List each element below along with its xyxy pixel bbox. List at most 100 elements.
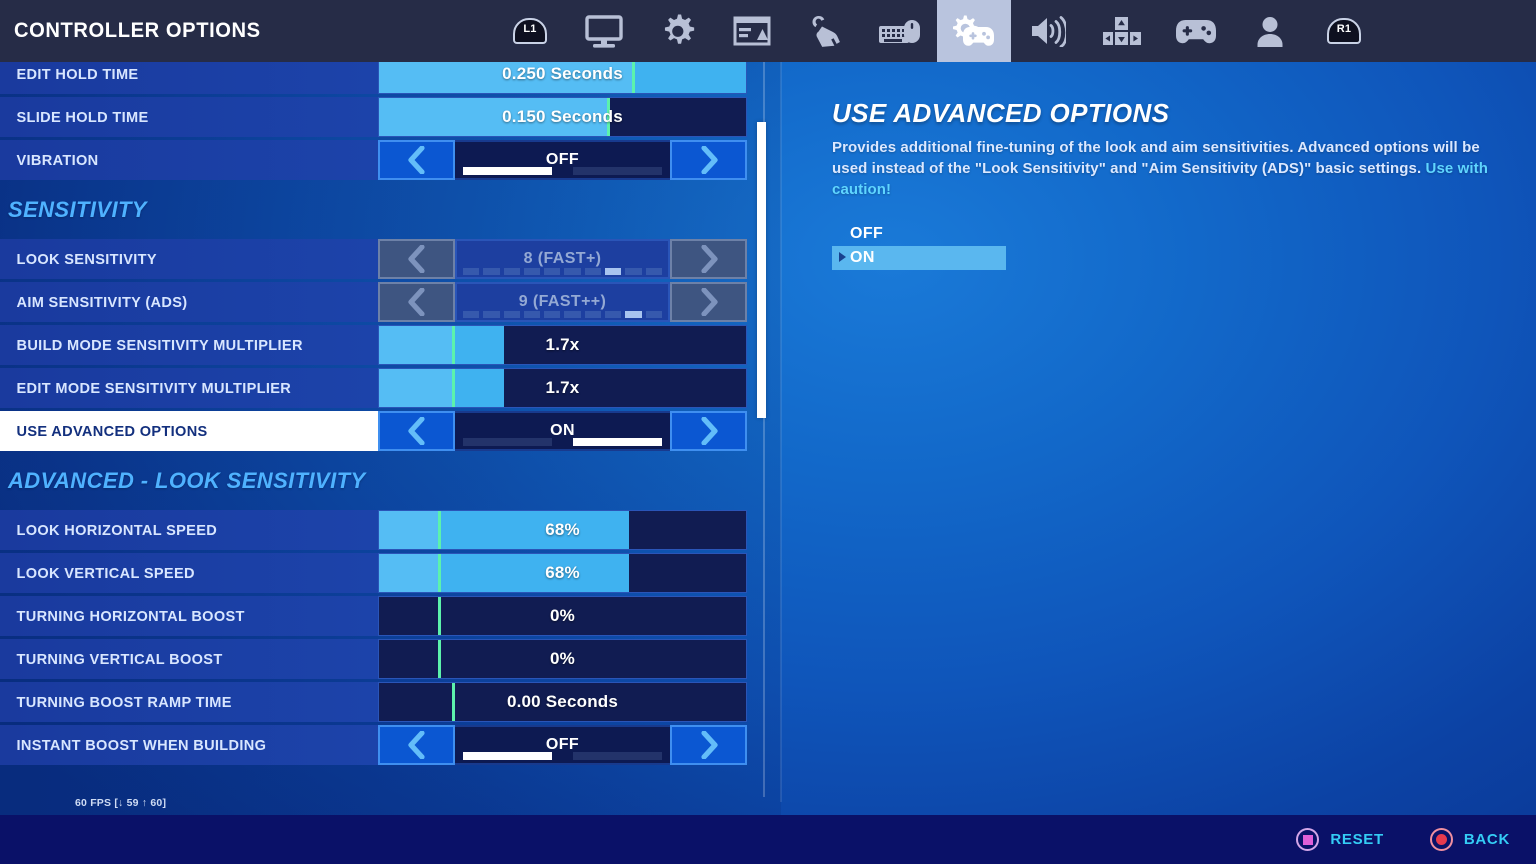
- slider-look-horizontal-speed[interactable]: 68%: [378, 510, 747, 550]
- setting-control-look-sensitivity[interactable]: 8 (FAST+): [378, 239, 747, 279]
- setting-control-turning-boost-ramp-time[interactable]: 0.00 Seconds: [378, 682, 747, 722]
- stepper-aim-sensitivity-ads: 9 (FAST++): [378, 282, 747, 322]
- next-value-button-look-sensitivity[interactable]: [670, 239, 747, 279]
- tab-brightness-touch-icon[interactable]: [789, 0, 863, 62]
- fps-counter: 60 FPS [↓ 59 ↑ 60]: [75, 797, 167, 809]
- slider-slide-hold-time[interactable]: 0.150 Seconds: [378, 97, 747, 137]
- slider-build-mode-sensitivity-multiplier[interactable]: 1.7x: [378, 325, 747, 365]
- toggle-segment: [463, 752, 552, 760]
- tab-video-icon[interactable]: [567, 0, 641, 62]
- prev-value-button-use-advanced-options[interactable]: [378, 411, 455, 451]
- setting-label-instant-boost-when-building: INSTANT BOOST WHEN BUILDING: [16, 736, 267, 754]
- setting-row-use-advanced-options[interactable]: USE ADVANCED OPTIONS ON: [0, 411, 747, 451]
- setting-row-aim-sensitivity-ads[interactable]: AIM SENSITIVITY (ADS) 9 (FAST++): [0, 282, 747, 322]
- setting-row-edit-mode-sensitivity-multiplier[interactable]: EDIT MODE SENSITIVITY MULTIPLIER 1.7x: [0, 368, 747, 408]
- stepper-look-sensitivity: 8 (FAST+): [378, 239, 747, 279]
- setting-control-turning-vertical-boost[interactable]: 0%: [378, 639, 747, 679]
- setting-label-vibration: VIBRATION: [16, 151, 99, 169]
- step-notch: [625, 311, 642, 318]
- slider-look-vertical-speed[interactable]: 68%: [378, 553, 747, 593]
- setting-control-look-vertical-speed[interactable]: 68%: [378, 553, 747, 593]
- next-value-button-aim-sensitivity-ads[interactable]: [670, 282, 747, 322]
- prev-value-button-aim-sensitivity-ads[interactable]: [378, 282, 455, 322]
- prev-value-button-vibration[interactable]: [378, 140, 455, 180]
- step-notch: [483, 311, 500, 318]
- setting-row-instant-boost-when-building[interactable]: INSTANT BOOST WHEN BUILDING OFF: [0, 725, 747, 765]
- hint-reset[interactable]: RESET: [1296, 828, 1384, 851]
- tab-hud-layout-icon[interactable]: [715, 0, 789, 62]
- prev-value-button-look-sensitivity[interactable]: [378, 239, 455, 279]
- slider-value-turning-horizontal-boost: 0%: [550, 606, 575, 625]
- setting-row-turning-vertical-boost[interactable]: TURNING VERTICAL BOOST 0%: [0, 639, 747, 679]
- setting-row-edit-hold-time[interactable]: EDIT HOLD TIME 0.250 Seconds: [0, 62, 747, 94]
- tab-controller-config-icon[interactable]: [1159, 0, 1233, 62]
- step-notch: [584, 268, 602, 275]
- setting-row-look-vertical-speed[interactable]: LOOK VERTICAL SPEED 68%: [0, 553, 747, 593]
- setting-label-use-advanced-options: USE ADVANCED OPTIONS: [16, 422, 208, 440]
- tab-audio-icon[interactable]: [1011, 0, 1085, 62]
- setting-control-aim-sensitivity-ads[interactable]: 9 (FAST++): [378, 282, 747, 322]
- arrow-selector-vibration: OFF: [378, 140, 747, 180]
- hint-label-reset: RESET: [1330, 831, 1384, 848]
- value-segments: [463, 438, 662, 446]
- setting-row-turning-boost-ramp-time[interactable]: TURNING BOOST RAMP TIME 0.00 Seconds: [0, 682, 747, 722]
- setting-control-instant-boost-when-building[interactable]: OFF: [378, 725, 747, 765]
- step-notch: [645, 268, 662, 275]
- slider-turning-vertical-boost[interactable]: 0%: [378, 639, 747, 679]
- next-value-button-vibration[interactable]: [670, 140, 747, 180]
- toggle-segment: [573, 167, 662, 175]
- setting-row-slide-hold-time[interactable]: SLIDE HOLD TIME 0.150 Seconds: [0, 97, 747, 137]
- slider-value-edit-mode-sensitivity-multiplier: 1.7x: [545, 378, 580, 397]
- step-notch: [605, 268, 622, 275]
- toggle-segment: [573, 752, 662, 760]
- bumper-l1-badge[interactable]: L1: [493, 0, 567, 62]
- slider-edit-mode-sensitivity-multiplier[interactable]: 1.7x: [378, 368, 747, 408]
- slider-value-look-horizontal-speed: 68%: [545, 520, 580, 539]
- detail-option-on[interactable]: ON: [832, 246, 1006, 270]
- arrow-selector-instant-boost-when-building: OFF: [378, 725, 747, 765]
- hint-back[interactable]: BACK: [1429, 828, 1510, 851]
- setting-control-vibration[interactable]: OFF: [378, 140, 747, 180]
- setting-row-turning-horizontal-boost[interactable]: TURNING HORIZONTAL BOOST 0%: [0, 596, 747, 636]
- tab-controller-options-icon[interactable]: [937, 0, 1011, 62]
- setting-row-look-sensitivity[interactable]: LOOK SENSITIVITY 8 (FAST+): [0, 239, 747, 279]
- next-value-button-use-advanced-options[interactable]: [670, 411, 747, 451]
- detail-option-off[interactable]: OFF: [832, 222, 1006, 246]
- slider-value-build-mode-sensitivity-multiplier: 1.7x: [545, 335, 580, 354]
- section-advanced-look-sensitivity: ADVANCED - LOOK SENSITIVITY: [8, 467, 366, 493]
- tab-account-icon[interactable]: [1233, 0, 1307, 62]
- next-value-button-instant-boost-when-building[interactable]: [670, 725, 747, 765]
- prev-value-button-instant-boost-when-building[interactable]: [378, 725, 455, 765]
- step-notch: [463, 268, 480, 275]
- slider-value-turning-boost-ramp-time: 0.00 Seconds: [506, 692, 619, 711]
- bumper-r1-badge[interactable]: R1: [1307, 0, 1381, 62]
- value-segments: [463, 167, 662, 175]
- arrow-selector-use-advanced-options: ON: [378, 411, 747, 451]
- slider-turning-boost-ramp-time[interactable]: 0.00 Seconds: [378, 682, 747, 722]
- setting-row-build-mode-sensitivity-multiplier[interactable]: BUILD MODE SENSITIVITY MULTIPLIER 1.7x: [0, 325, 747, 365]
- tab-input-keybinds-icon[interactable]: [1085, 0, 1159, 62]
- scrollbar-thumb[interactable]: [757, 122, 766, 418]
- setting-control-build-mode-sensitivity-multiplier[interactable]: 1.7x: [378, 325, 747, 365]
- setting-label-edit-hold-time: EDIT HOLD TIME: [16, 65, 139, 83]
- tab-keyboard-mouse-icon[interactable]: [863, 0, 937, 62]
- value-notches: [463, 268, 662, 275]
- hint-label-back: BACK: [1463, 831, 1510, 848]
- setting-label-look-horizontal-speed: LOOK HORIZONTAL SPEED: [16, 521, 218, 539]
- detail-title: USE ADVANCED OPTIONS: [832, 98, 1170, 128]
- setting-control-edit-mode-sensitivity-multiplier[interactable]: 1.7x: [378, 368, 747, 408]
- setting-control-look-horizontal-speed[interactable]: 68%: [378, 510, 747, 550]
- setting-control-slide-hold-time[interactable]: 0.150 Seconds: [378, 97, 747, 137]
- setting-row-vibration[interactable]: VIBRATION OFF: [0, 140, 747, 180]
- detail-option-label: ON: [850, 249, 875, 266]
- page-title: CONTROLLER OPTIONS: [14, 19, 261, 42]
- slider-turning-horizontal-boost[interactable]: 0%: [378, 596, 747, 636]
- setting-row-look-horizontal-speed[interactable]: LOOK HORIZONTAL SPEED 68%: [0, 510, 747, 550]
- setting-control-edit-hold-time[interactable]: 0.250 Seconds: [378, 62, 747, 94]
- setting-control-use-advanced-options[interactable]: ON: [378, 411, 747, 451]
- setting-control-turning-horizontal-boost[interactable]: 0%: [378, 596, 747, 636]
- slider-edit-hold-time[interactable]: 0.250 Seconds: [378, 62, 747, 94]
- tab-game-settings-icon[interactable]: [641, 0, 715, 62]
- selection-caret-icon: [839, 252, 846, 262]
- setting-label-turning-horizontal-boost: TURNING HORIZONTAL BOOST: [16, 607, 245, 625]
